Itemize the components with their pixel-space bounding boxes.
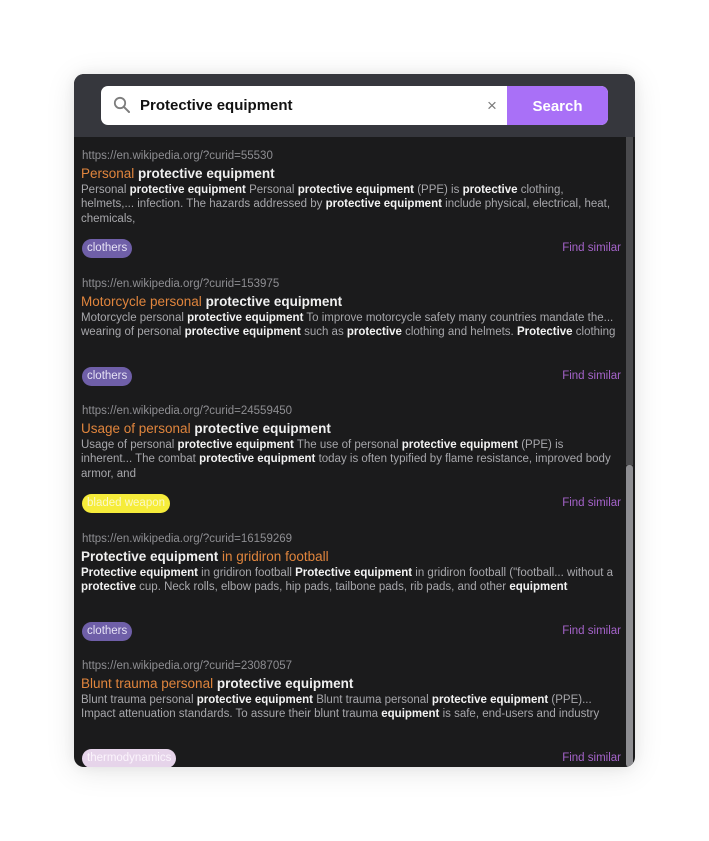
- snippet-match: Protective: [516, 325, 573, 338]
- search-bar: × Search: [101, 86, 608, 125]
- snippet-match: equipment: [381, 708, 440, 721]
- clear-search-button[interactable]: ×: [481, 86, 503, 125]
- result-title[interactable]: Motorcycle personal protective equipment: [81, 294, 342, 309]
- title-text: protective equipment: [138, 166, 275, 181]
- snippet-text: cup. Neck rolls, elbow pads, hip pads, t…: [135, 580, 510, 593]
- snippet-match: Protective equipment: [295, 566, 413, 579]
- scrollbar-thumb[interactable]: [626, 464, 633, 767]
- find-similar-link[interactable]: Find similar: [562, 749, 621, 767]
- snippet-text: clothing and helmets.: [401, 325, 517, 338]
- search-header: × Search: [74, 74, 635, 137]
- result-title[interactable]: Protective equipment in gridiron footbal…: [81, 549, 329, 564]
- snippet-text: (PPE) is: [414, 184, 463, 196]
- results-list: https://en.wikipedia.org/?curid=55530 Per…: [74, 137, 635, 767]
- title-text: Protective equipment: [81, 548, 219, 564]
- snippet-text: is safe, end-users and industry: [439, 708, 600, 721]
- result-snippet: Motorcycle personal protective equipment…: [81, 311, 616, 340]
- title-highlight: Personal: [81, 166, 139, 181]
- snippet-match: protective equipment: [325, 198, 442, 211]
- result-item: https://en.wikipedia.org/?curid=55530 Per…: [81, 150, 621, 270]
- result-url[interactable]: https://en.wikipedia.org/?curid=23087057: [82, 660, 292, 672]
- snippet-text: The use of personal: [293, 439, 402, 451]
- find-similar-link[interactable]: Find similar: [562, 622, 621, 641]
- snippet-match: Protective equipment: [81, 566, 198, 579]
- snippet-match: protective equipment: [129, 184, 246, 196]
- result-title[interactable]: Personal protective equipment: [81, 166, 275, 181]
- result-title[interactable]: Blunt trauma personal protective equipme…: [81, 676, 353, 691]
- scrollbar-track-upper: [626, 137, 633, 465]
- category-tag[interactable]: clothers: [82, 239, 133, 258]
- snippet-text: Motorcycle personal: [81, 311, 188, 324]
- snippet-match: equipment: [509, 580, 568, 593]
- result-url[interactable]: https://en.wikipedia.org/?curid=24559450: [82, 405, 292, 417]
- search-panel: × Search https://en.wikipedia.org/?curid…: [74, 74, 635, 767]
- result-snippet: Personal protective equipment Personal p…: [81, 183, 616, 226]
- snippet-text: Blunt trauma personal: [313, 694, 432, 706]
- title-text: protective equipment: [194, 421, 331, 436]
- snippet-match: protective: [346, 325, 402, 338]
- snippet-match: protective equipment: [187, 311, 304, 324]
- result-url[interactable]: https://en.wikipedia.org/?curid=16159269: [82, 533, 292, 545]
- title-text: protective equipment: [216, 676, 354, 691]
- title-highlight: Blunt trauma personal: [81, 676, 217, 691]
- result-url[interactable]: https://en.wikipedia.org/?curid=55530: [82, 150, 273, 162]
- find-similar-link[interactable]: Find similar: [562, 239, 621, 258]
- snippet-text: in gridiron football ("football... witho…: [412, 566, 614, 579]
- snippet-text: such as: [300, 325, 347, 338]
- result-item: https://en.wikipedia.org/?curid=24559450…: [81, 405, 621, 525]
- snippet-text: in gridiron football: [197, 566, 296, 579]
- category-tag[interactable]: clothers: [82, 621, 133, 641]
- result-url[interactable]: https://en.wikipedia.org/?curid=153975: [82, 278, 279, 290]
- snippet-match: protective equipment: [196, 694, 314, 706]
- snippet-text: Personal: [245, 184, 298, 196]
- result-item: https://en.wikipedia.org/?curid=153975 Mo…: [81, 278, 621, 398]
- snippet-match: protective equipment: [401, 439, 519, 451]
- result-snippet: Usage of personal protective equipment T…: [81, 438, 616, 481]
- snippet-text: Personal: [81, 184, 130, 196]
- snippet-text: clothing: [572, 325, 616, 338]
- snippet-text: Usage of personal: [81, 439, 178, 451]
- category-tag[interactable]: clothers: [82, 366, 133, 386]
- results-scrollbar[interactable]: [626, 137, 633, 767]
- snippet-match: protective equipment: [199, 453, 316, 466]
- snippet-match: protective equipment: [431, 694, 549, 706]
- search-icon: [113, 96, 131, 114]
- snippet-match: protective: [462, 184, 518, 196]
- snippet-match: protective equipment: [297, 184, 414, 196]
- result-item: https://en.wikipedia.org/?curid=16159269…: [81, 533, 621, 653]
- snippet-match: protective equipment: [177, 439, 294, 451]
- snippet-match: protective: [81, 580, 136, 593]
- snippet-match: protective equipment: [184, 325, 301, 338]
- result-snippet: Protective equipment in gridiron footbal…: [81, 566, 616, 595]
- result-item: https://en.wikipedia.org/?curid=23087057…: [81, 660, 621, 767]
- find-similar-link[interactable]: Find similar: [562, 367, 621, 386]
- title-highlight: Usage of personal: [81, 421, 195, 436]
- find-similar-link[interactable]: Find similar: [562, 494, 621, 513]
- search-input[interactable]: [140, 86, 470, 125]
- result-title[interactable]: Usage of personal protective equipment: [81, 421, 331, 436]
- search-button[interactable]: Search: [507, 86, 608, 125]
- title-text: protective equipment: [205, 293, 343, 309]
- result-snippet: Blunt trauma personal protective equipme…: [81, 693, 616, 722]
- title-highlight: Motorcycle personal: [81, 293, 206, 309]
- title-highlight: in gridiron football: [218, 548, 329, 564]
- category-tag[interactable]: bladed weapon: [82, 494, 171, 513]
- snippet-text: Blunt trauma personal: [81, 694, 197, 706]
- category-tag[interactable]: thermodynamics: [82, 749, 177, 767]
